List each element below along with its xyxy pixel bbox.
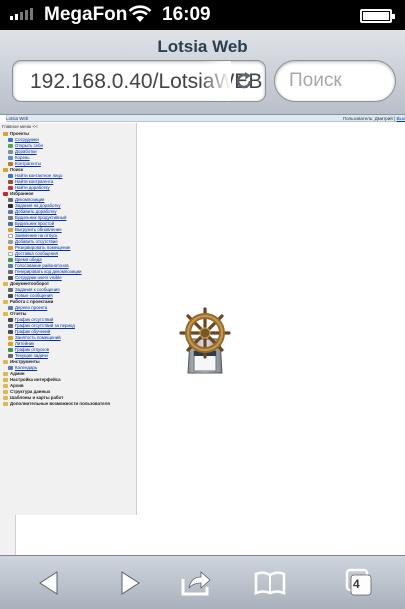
- folder-icon: [3, 192, 8, 196]
- menu-item-icon: [8, 264, 13, 268]
- tabs-button[interactable]: 4: [338, 565, 378, 601]
- menu-item-icon: [8, 318, 13, 322]
- menu-item-icon: [8, 276, 13, 280]
- menu-item-icon: [8, 144, 13, 148]
- browser-toolbar: 4: [0, 555, 405, 609]
- menu-item-icon: [8, 348, 13, 352]
- menu-item-icon: [8, 216, 13, 220]
- back-arrow-icon: [39, 571, 58, 595]
- menu-item-icon: [8, 150, 13, 154]
- page-title: Lotsia Web: [157, 37, 248, 56]
- share-button[interactable]: [176, 565, 216, 601]
- menu-item-icon: [8, 294, 13, 298]
- wifi-icon: [128, 5, 152, 22]
- menu-item-icon: [8, 288, 13, 292]
- menu-item-icon: [8, 324, 13, 328]
- forward-arrow-icon: [121, 571, 140, 595]
- folder-icon: [3, 384, 8, 388]
- signal-strength-icon: [10, 8, 33, 20]
- folder-icon: [3, 132, 8, 136]
- web-content: Lotsia Web Пользователь: Дмитрий | Вых Г…: [0, 115, 405, 555]
- reload-icon[interactable]: [233, 70, 255, 92]
- menu-item-icon: [8, 156, 13, 160]
- menu-group[interactable]: Дополнительные возможности пользователя: [3, 401, 110, 407]
- menu-item-label: Дополнительные возможности пользователя: [10, 401, 110, 406]
- menu-item-icon: [8, 186, 13, 190]
- menu-title[interactable]: Главное меню <<: [2, 124, 38, 129]
- bookmarks-button[interactable]: [250, 565, 290, 601]
- app-header: Lotsia Web Пользователь: Дмитрий | Вых: [6, 115, 405, 122]
- menu-item-icon: [8, 234, 13, 238]
- tabs-count: 4: [353, 577, 360, 591]
- share-icon: [181, 571, 211, 596]
- clock: 16:09: [162, 4, 211, 25]
- folder-icon: [3, 390, 8, 394]
- status-bar: MegaFon 16:09: [0, 0, 405, 30]
- app-brand: Lotsia Web: [6, 116, 29, 121]
- url-fade: [201, 61, 231, 101]
- folder-icon: [3, 168, 8, 172]
- logout-link[interactable]: Вых: [397, 116, 405, 121]
- menu-item-icon: [8, 204, 13, 208]
- folder-icon: [3, 378, 8, 382]
- user-info: Пользователь: Дмитрий | Вых: [342, 116, 405, 121]
- menu-item-icon: [8, 174, 13, 178]
- menu-item-icon: [8, 336, 13, 340]
- main-menu: Главное меню << Проекты Сотрудники Открыть…: [0, 123, 137, 515]
- back-button[interactable]: [29, 565, 69, 601]
- user-label: Пользователь: Дмитрий: [342, 116, 393, 121]
- menu-item-icon: [8, 354, 13, 358]
- folder-icon: [3, 300, 8, 304]
- menu-item-icon: [8, 180, 13, 184]
- menu-item-icon: [8, 240, 13, 244]
- menu-item-icon: [8, 258, 13, 262]
- menu-item-icon: [8, 270, 13, 274]
- folder-icon: [3, 396, 8, 400]
- menu-item-icon: [8, 138, 13, 142]
- bookmarks-book-icon: [254, 571, 286, 595]
- folder-icon: [3, 372, 8, 376]
- battery-icon: [360, 9, 395, 23]
- menu-item-icon: [8, 306, 13, 310]
- menu-item-icon: [8, 162, 13, 166]
- menu-item-icon: [8, 330, 13, 334]
- folder-icon: [3, 360, 8, 364]
- carrier-name: MegaFon: [44, 4, 128, 25]
- search-input[interactable]: [274, 60, 396, 102]
- forward-button[interactable]: [110, 565, 150, 601]
- address-bar[interactable]: 192.168.0.40/LotsiaWEB: [12, 60, 266, 102]
- folder-icon: [3, 312, 8, 316]
- menu-item-icon: [8, 366, 13, 370]
- menu-item-icon: [8, 342, 13, 346]
- browser-nav-bar: Lotsia Web 192.168.0.40/LotsiaWEB: [0, 30, 405, 115]
- browser-window: MegaFon 16:09 Lotsia Web 192.168.0.40/Lo…: [0, 0, 405, 609]
- menu-item-icon: [8, 198, 13, 202]
- menu-item-icon: [8, 228, 13, 232]
- menu-item-icon: [8, 222, 13, 226]
- folder-icon: [3, 402, 8, 406]
- menu-item-icon: [8, 246, 13, 250]
- ship-wheel-logo: [179, 307, 231, 374]
- menu-footer-strip: [0, 515, 16, 555]
- folder-icon: [3, 282, 8, 286]
- menu-item-icon: [8, 210, 13, 214]
- menu-item-icon: [8, 252, 13, 256]
